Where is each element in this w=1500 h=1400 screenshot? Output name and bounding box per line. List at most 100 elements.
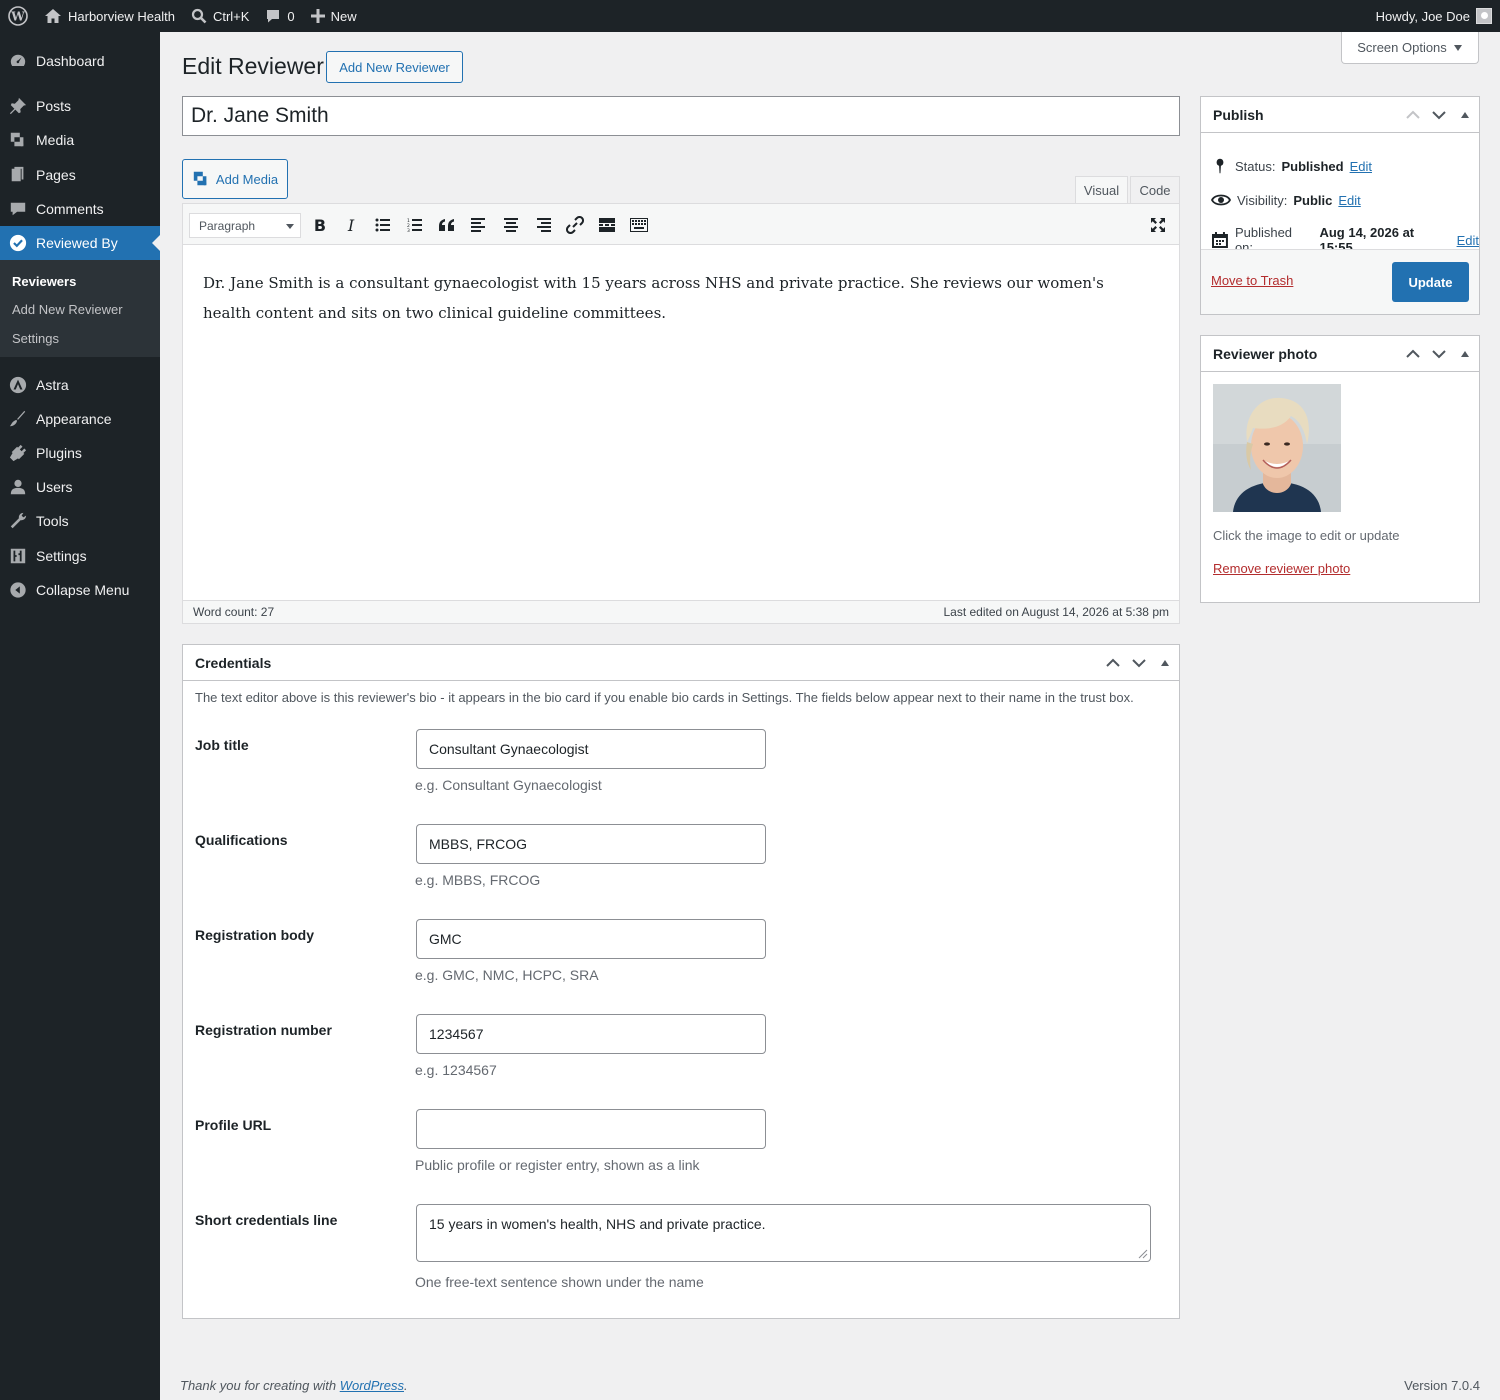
resize-handle-icon[interactable] <box>1138 1249 1148 1259</box>
admin-menu: Dashboard Posts Media Pages Comments Rev… <box>0 32 160 1400</box>
site-name-link[interactable]: Harborview Health <box>36 0 183 32</box>
media-icon <box>10 132 24 147</box>
qualifications-input[interactable]: MBBS, FRCOG <box>416 824 766 864</box>
menu-comments[interactable]: Comments <box>0 192 160 226</box>
move-up-icon[interactable] <box>1103 653 1123 673</box>
profile-url-input[interactable] <box>416 1109 766 1149</box>
caret-down-icon <box>1453 44 1462 51</box>
menu-collapse[interactable]: Collapse Menu <box>0 573 160 607</box>
italic-icon[interactable]: I <box>339 214 363 236</box>
screen-options-button[interactable]: Screen Options <box>1341 32 1479 64</box>
edit-visibility-link[interactable]: Edit <box>1338 193 1360 208</box>
registration-body-help: e.g. GMC, NMC, HCPC, SRA <box>415 967 599 983</box>
menu-tools[interactable]: Tools <box>0 504 160 538</box>
job-title-input[interactable]: Consultant Gynaecologist <box>416 729 766 769</box>
new-content-link[interactable]: New <box>303 0 365 32</box>
menu-media[interactable]: Media <box>0 123 160 157</box>
verified-check-icon <box>9 234 27 252</box>
menu-posts[interactable]: Posts <box>0 89 160 123</box>
move-down-icon[interactable] <box>1429 105 1449 125</box>
edit-status-link[interactable]: Edit <box>1350 159 1372 174</box>
credentials-header: Credentials <box>183 645 1179 681</box>
align-right-icon[interactable] <box>531 214 555 236</box>
toggle-panel-icon[interactable] <box>1455 344 1475 364</box>
comments-link[interactable]: 0 <box>257 0 302 32</box>
calendar-icon <box>1211 232 1228 248</box>
menu-reviewed-by[interactable]: Reviewed By <box>0 226 160 260</box>
chevron-down-icon <box>286 224 294 233</box>
link-icon[interactable] <box>563 214 587 236</box>
tab-visual[interactable]: Visual <box>1075 176 1128 204</box>
footer-thanks: Thank you for creating with WordPress. <box>180 1378 408 1393</box>
move-up-icon[interactable] <box>1403 344 1423 364</box>
move-down-icon[interactable] <box>1429 344 1449 364</box>
profile-url-label: Profile URL <box>195 1117 272 1133</box>
new-label: New <box>330 8 357 24</box>
edit-date-link[interactable]: Edit <box>1457 233 1479 248</box>
menu-users[interactable]: Users <box>0 470 160 504</box>
align-left-icon[interactable] <box>467 214 491 236</box>
menu-astra[interactable]: Astra <box>0 368 160 402</box>
editor-statusbar: Word count: 27 Last edited on August 14,… <box>183 600 1179 623</box>
reviewer-photo-image[interactable] <box>1213 384 1341 512</box>
search-icon <box>191 8 207 24</box>
pin-icon <box>9 97 27 115</box>
submenu-reviewers[interactable]: Reviewers <box>12 274 76 289</box>
add-new-reviewer-button[interactable]: Add New Reviewer <box>326 51 463 83</box>
registration-body-label: Registration body <box>195 927 315 943</box>
remove-photo-link[interactable]: Remove reviewer photo <box>1213 561 1350 576</box>
menu-settings[interactable]: Settings <box>0 539 160 573</box>
fullscreen-icon[interactable] <box>1146 214 1170 236</box>
toggle-panel-icon[interactable] <box>1455 105 1475 125</box>
toolbar-toggle-icon[interactable] <box>627 214 651 236</box>
paintbrush-icon <box>9 410 26 427</box>
howdy-text: Howdy, Joe Doe <box>1375 8 1470 24</box>
credentials-title: Credentials <box>195 654 272 671</box>
bullet-list-icon[interactable] <box>371 214 395 236</box>
publish-box-header: Publish <box>1201 97 1479 133</box>
editor-toolbar: Paragraph B I 123 <box>183 204 1179 245</box>
menu-plugins[interactable]: Plugins <box>0 436 160 470</box>
registration-body-input[interactable]: GMC <box>416 919 766 959</box>
menu-dashboard[interactable]: Dashboard <box>0 44 160 78</box>
move-to-trash-link[interactable]: Move to Trash <box>1211 273 1293 288</box>
registration-number-input[interactable]: 1234567 <box>416 1014 766 1054</box>
move-up-icon[interactable] <box>1403 105 1423 125</box>
bold-icon[interactable]: B <box>308 214 332 236</box>
read-more-icon[interactable] <box>595 214 619 236</box>
move-down-icon[interactable] <box>1129 653 1149 673</box>
photo-hint: Click the image to edit or update <box>1213 528 1400 543</box>
numbered-list-icon[interactable]: 123 <box>403 214 427 236</box>
comment-icon <box>267 10 280 23</box>
comments-count: 0 <box>287 8 295 24</box>
pin-icon <box>1216 158 1224 174</box>
align-center-icon[interactable] <box>499 214 523 236</box>
menu-appearance[interactable]: Appearance <box>0 402 160 436</box>
credentials-box: Credentials The text editor above is thi… <box>182 644 1180 1319</box>
update-button[interactable]: Update <box>1392 262 1469 302</box>
search-shortcut[interactable]: Ctrl+K <box>183 0 257 32</box>
toggle-panel-icon[interactable] <box>1155 653 1175 673</box>
wordpress-logo-icon[interactable]: W <box>0 0 36 32</box>
word-count: Word count: 27 <box>193 605 275 619</box>
registration-number-help: e.g. 1234567 <box>415 1062 497 1078</box>
submenu-settings[interactable]: Settings <box>12 331 59 346</box>
plugin-icon <box>9 444 27 462</box>
tab-code[interactable]: Code <box>1130 176 1180 204</box>
user-icon <box>10 479 26 495</box>
format-select[interactable]: Paragraph <box>189 213 301 238</box>
blockquote-icon[interactable] <box>435 214 459 236</box>
wrench-icon <box>10 512 27 529</box>
qualifications-help: e.g. MBBS, FRCOG <box>415 872 541 888</box>
add-media-button[interactable]: Add Media <box>182 159 288 199</box>
astra-icon <box>9 376 27 394</box>
menu-pages[interactable]: Pages <box>0 158 160 192</box>
submenu-add-new-reviewer[interactable]: Add New Reviewer <box>12 302 123 317</box>
editor-content[interactable]: Dr. Jane Smith is a consultant gynaecolo… <box>203 268 1153 328</box>
my-account[interactable]: Howdy, Joe Doe <box>1368 0 1500 32</box>
reviewer-photo-box: Reviewer photo Click the image to edit o… <box>1200 335 1480 603</box>
admin-bar: W Harborview Health Ctrl+K 0 New Howdy, … <box>0 0 1500 32</box>
wordpress-link[interactable]: WordPress <box>340 1378 404 1393</box>
short-credentials-textarea[interactable]: 15 years in women's health, NHS and priv… <box>416 1204 1151 1262</box>
post-title-input[interactable]: Dr. Jane Smith <box>182 96 1180 136</box>
